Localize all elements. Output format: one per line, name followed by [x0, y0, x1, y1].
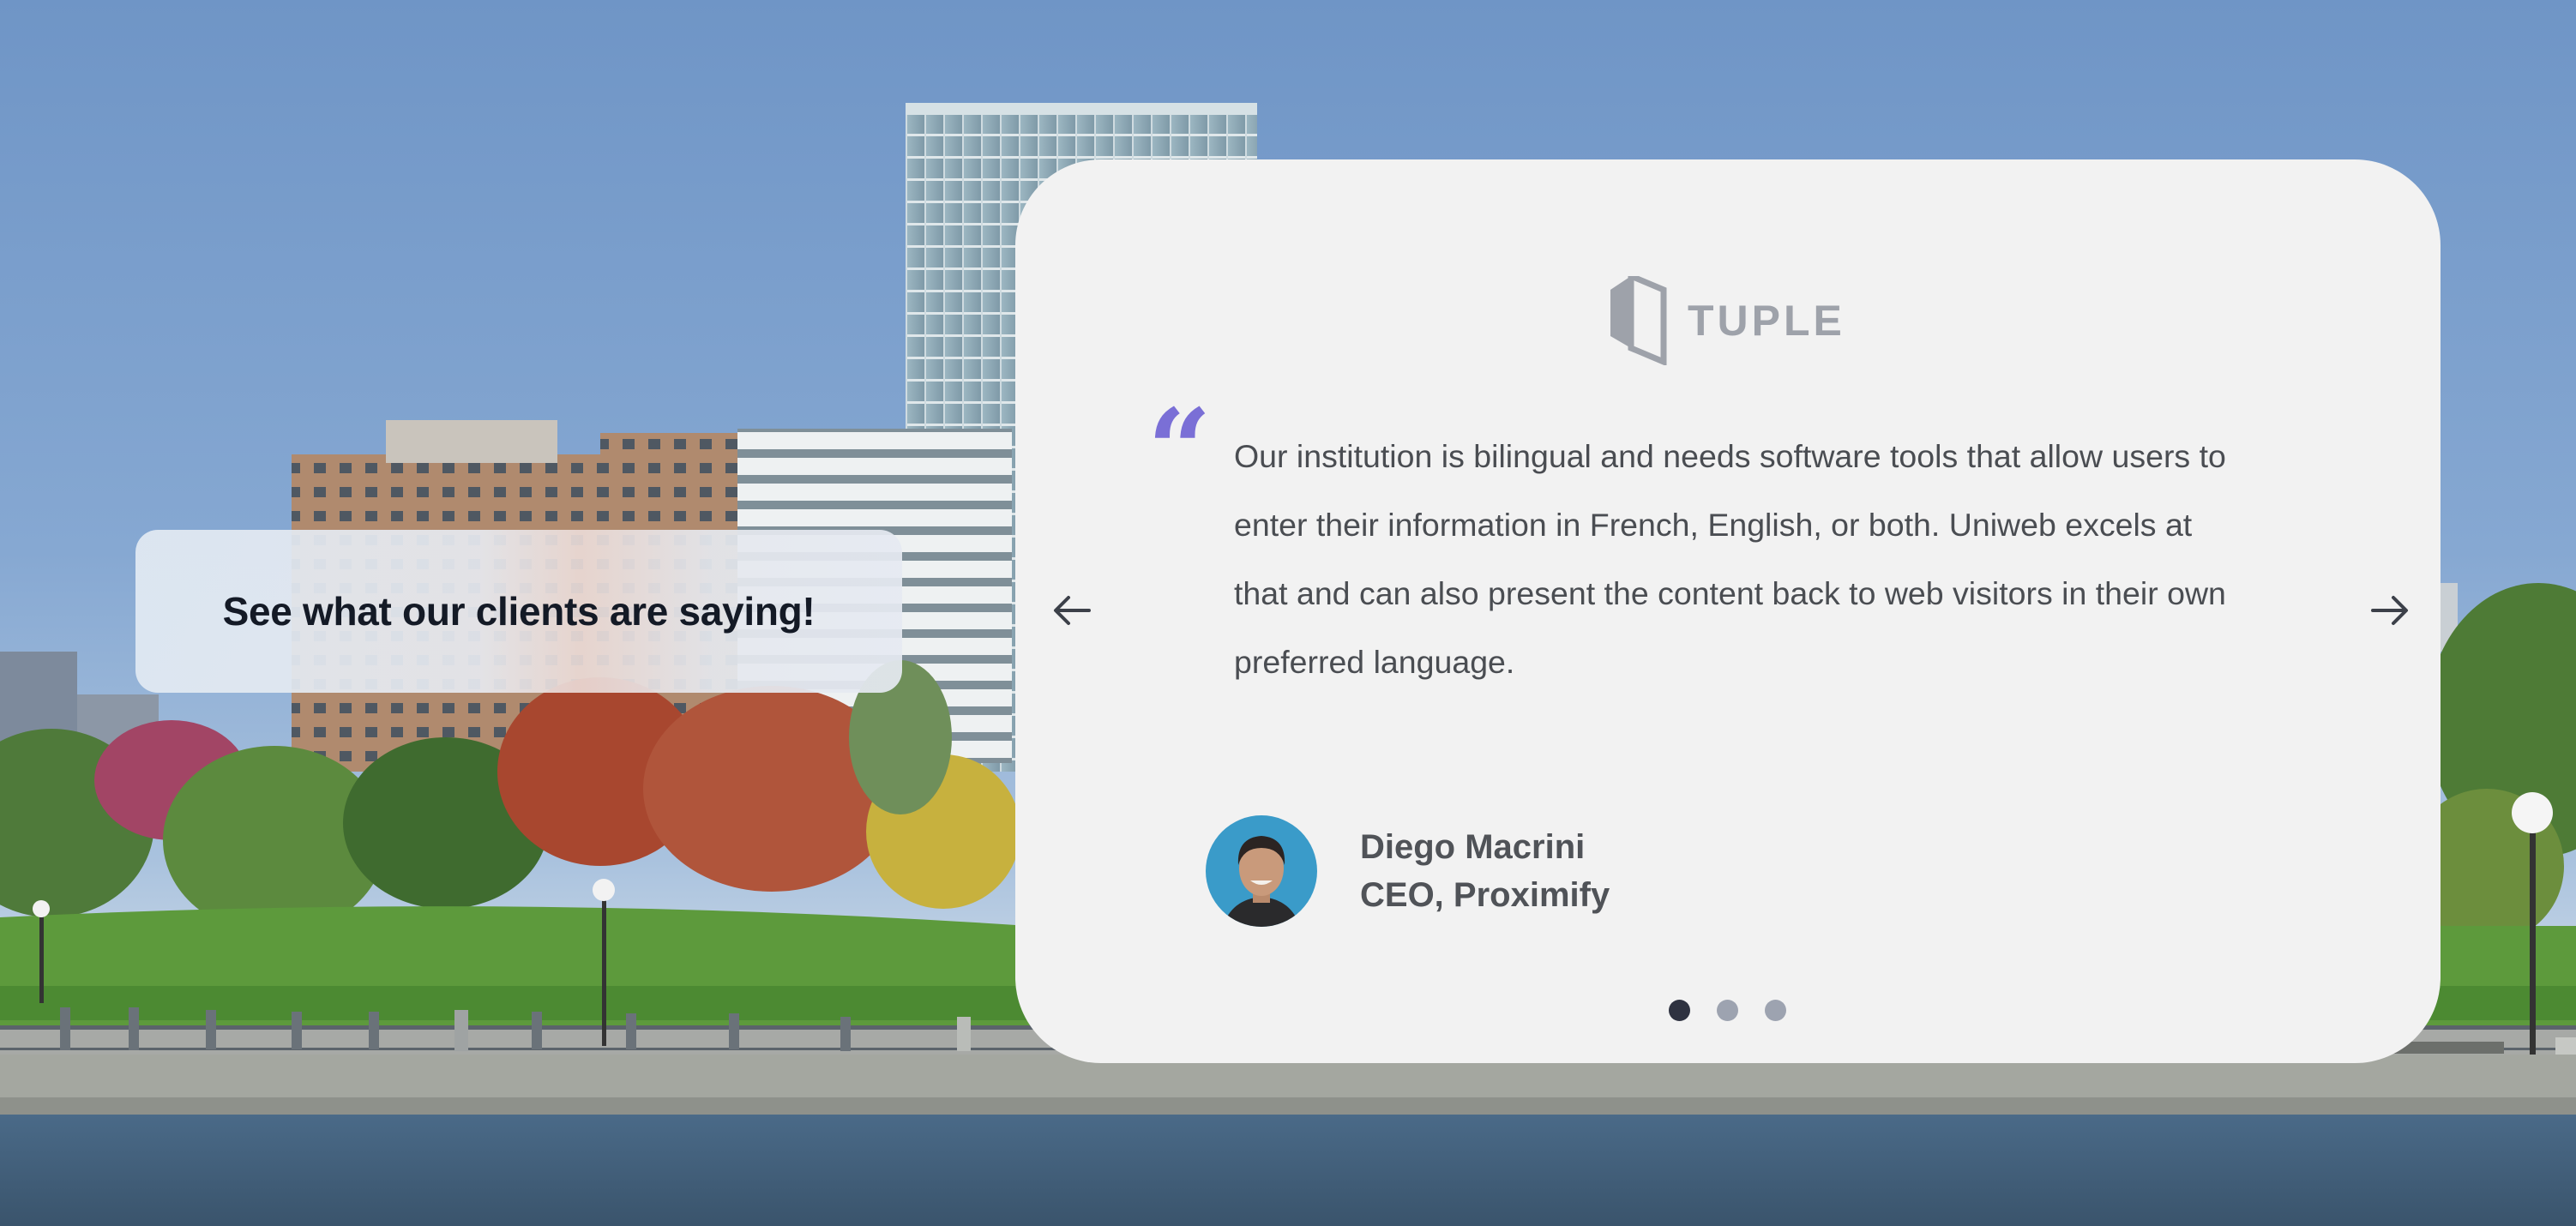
author-photo — [1206, 815, 1317, 927]
quote-mark-icon: “ — [1147, 384, 1212, 515]
section-heading: See what our clients are saying! — [222, 589, 816, 634]
carousel-dot-1[interactable] — [1669, 1000, 1690, 1021]
testimonial-author: Diego Macrini CEO, Proximify — [1206, 815, 1610, 927]
tuple-logo-icon — [1610, 276, 1667, 365]
arrow-left-icon — [1054, 596, 1091, 625]
testimonial-quote: Our institution is bilingual and needs s… — [1234, 438, 2226, 680]
testimonial-card: TUPLE “ Our institution is bilingual and… — [1015, 159, 2441, 1063]
logo-wordmark: TUPLE — [1688, 297, 1845, 345]
carousel-dot-3[interactable] — [1765, 1000, 1786, 1021]
author-info: Diego Macrini CEO, Proximify — [1360, 823, 1610, 919]
company-logo: TUPLE — [1609, 276, 1845, 365]
arrow-right-icon — [2371, 596, 2408, 625]
section-heading-pill: See what our clients are saying! — [135, 530, 902, 693]
author-title: CEO, Proximify — [1360, 876, 1610, 914]
carousel-dot-2[interactable] — [1717, 1000, 1738, 1021]
next-slide-button[interactable] — [2364, 585, 2416, 636]
author-name: Diego Macrini — [1360, 828, 1586, 866]
author-avatar — [1206, 815, 1317, 927]
carousel-pagination — [1669, 1000, 1786, 1021]
previous-slide-button[interactable] — [1046, 585, 1098, 636]
